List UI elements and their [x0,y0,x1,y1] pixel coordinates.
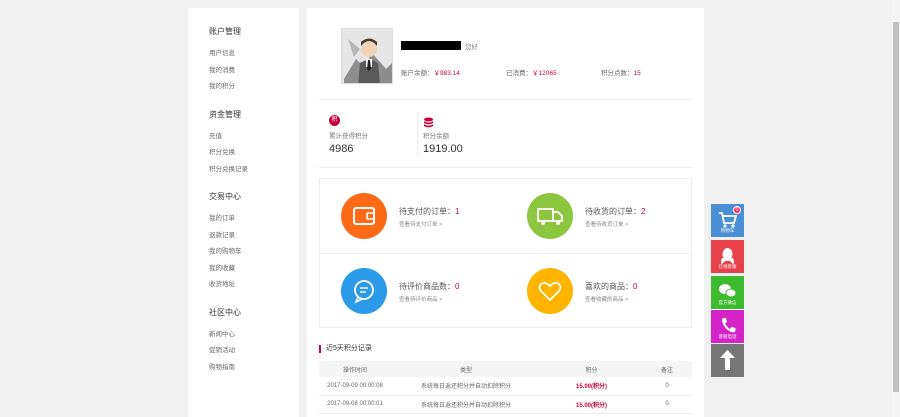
phone-label: 客服电话 [718,334,737,339]
sidebar-item-my-consumption[interactable]: 我的消费 [209,63,299,80]
pending-receipt-title: 待收货的订单：2 [585,207,646,216]
pending-payment-orders[interactable]: 待支付的订单：1 查看待支付订单 > [320,179,506,253]
points-log-title: 近5天积分记录 [319,345,372,353]
log-points: 15.00(积分) [541,377,642,396]
sidebar-item-promotions[interactable]: 促销活动 [209,343,299,360]
points-count: 积分点数：15 [601,67,641,77]
page-scrollbar[interactable] [892,0,900,417]
sidebar-item-recharge[interactable]: 充值 [209,129,299,146]
points-balance: 积分余额 1919.00 [423,115,463,155]
favorite-products-title: 喜欢的商品：0 [585,282,638,291]
log-note: 0 [642,395,692,414]
coin-stack-icon [423,115,463,128]
col-header-type: 类型 [391,361,541,377]
order-status-panel: 待支付的订单：1 查看待支付订单 > 待收货的订单：2 查看待收货订单 > 待评… [319,178,692,328]
account-balance-label: 账户余额： [401,70,434,77]
qq-service-label: 在线客服 [718,264,737,269]
points-balance-label: 积分余额 [423,133,449,140]
back-to-top-button[interactable] [711,344,744,377]
delivery-truck-icon [527,193,573,239]
float-qq-service-button[interactable]: 在线客服 [711,240,744,273]
col-header-time: 操作时间 [319,361,391,377]
consumed-value: ￥12065 [532,70,557,77]
table-row: 2017-09-08 00:00:01 系统每日返还积分并自动扣除积分 15.0… [319,395,692,414]
favorite-products[interactable]: 喜欢的商品：0 查看收藏的商品 > [506,254,692,328]
table-header-row: 操作时间 类型 积分 备注 [319,361,692,377]
points-balance-value: 1919.00 [423,143,463,155]
earned-points-value: 4986 [329,143,354,155]
sidebar-group-title: 资金管理 [209,109,241,119]
earned-points: 积 累计获得积分 4986 [329,115,368,155]
pending-review-products[interactable]: 待评价商品数：0 查看待评价商品 > [320,254,506,328]
account-balance: 账户余额：￥983.14 [401,67,460,77]
cart-count-badge: 0 [733,206,741,214]
pending-review-title: 待评价商品数：0 [399,282,460,291]
consumed-label: 已消费： [506,70,532,77]
view-pending-payment-link[interactable]: 查看待支付订单 > [399,220,442,228]
log-time: 2017-09-09 00:00:08 [319,377,391,396]
table-row: 2017-09-09 00:00:08 系统每日返还积分并自动扣除积分 15.0… [319,377,692,396]
sidebar-group-title: 交易中心 [209,192,241,201]
sidebar-item-my-points[interactable]: 我的积分 [209,79,299,96]
account-sidebar: 账户管理 用户信息 我的消费 我的积分 资金管理 充值 积分兑换 积分兑换记录 … [188,8,299,417]
sidebar-group-funds: 资金管理 充值 积分兑换 积分兑换记录 [209,109,299,179]
cart-label: 购物车 [720,228,735,233]
account-balance-value: ￥983.14 [433,70,460,77]
pending-payment-title: 待支付的订单：1 [399,207,460,216]
sidebar-group-title: 账户管理 [209,27,241,36]
pending-receipt-orders[interactable]: 待收货的订单：2 查看待收货订单 > [506,179,692,253]
log-time: 2017-09-08 00:00:01 [319,395,391,414]
sidebar-item-exchange-records[interactable]: 积分兑换记录 [209,162,299,179]
sidebar-group-trade: 交易中心 我的订单 退款记录 我的购物车 我的收藏 收货地址 [209,191,299,294]
points-divider [417,112,418,156]
log-points: 15.00(积分) [541,395,642,414]
sidebar-item-my-favorites[interactable]: 我的收藏 [209,261,299,278]
sidebar-item-user-info[interactable]: 用户信息 [209,46,299,63]
sidebar-item-my-orders[interactable]: 我的订单 [209,211,299,228]
sidebar-item-refund-records[interactable]: 退款记录 [209,228,299,245]
log-note: 0 [642,377,692,396]
points-log-table: 操作时间 类型 积分 备注 2017-09-09 00:00:08 系统每日返还… [319,361,692,414]
float-cart-button[interactable]: 0 购物车 [711,204,744,237]
sidebar-group-title: 社区中心 [209,307,241,317]
username-redacted [401,41,461,50]
chat-bubble-icon [341,268,387,314]
sidebar-group-community: 社区中心 新闻中心 促销活动 购物指南 [209,307,299,377]
view-favorites-link[interactable]: 查看收藏的商品 > [585,295,628,303]
pending-receipt-count: 2 [641,207,646,216]
view-pending-receipt-link[interactable]: 查看待收货订单 > [585,220,628,228]
consumed-amount: 已消费：￥12065 [506,67,557,77]
sidebar-item-shopping-guide[interactable]: 购物指南 [209,360,299,377]
float-phone-button[interactable]: 客服电话 [711,310,744,343]
sidebar-item-shipping-address[interactable]: 收货地址 [209,277,299,294]
member-center-main: 您好 账户余额：￥983.14 已消费：￥12065 积分点数：15 积 累计获… [307,8,704,417]
pending-payment-count: 1 [455,207,460,216]
earned-points-label: 累计获得积分 [329,133,368,140]
heart-icon [527,268,573,314]
log-type: 系统每日返还积分并自动扣除积分 [391,377,541,396]
avatar[interactable] [341,28,393,84]
greeting-text: 您好 [465,44,478,51]
sidebar-item-points-exchange[interactable]: 积分兑换 [209,145,299,162]
points-badge-icon: 积 [329,115,340,126]
points-summary: 积 累计获得积分 4986 积分余额 1919.00 [319,100,692,168]
col-header-points: 积分 [541,361,642,377]
avatar-image [342,29,392,83]
points-count-value: 15 [633,70,641,77]
float-wechat-button[interactable]: 官方微信 [711,276,744,309]
arrow-up-icon [720,350,735,370]
wechat-label: 官方微信 [718,300,737,305]
log-type: 系统每日返还积分并自动扣除积分 [391,395,541,414]
scrollbar-thumb[interactable] [893,22,899,392]
sidebar-group-account: 账户管理 用户信息 我的消费 我的积分 [209,26,299,96]
view-pending-review-link[interactable]: 查看待评价商品 > [399,295,442,303]
pending-review-count: 0 [455,282,460,291]
col-header-note: 备注 [642,361,692,377]
sidebar-item-news[interactable]: 新闻中心 [209,327,299,344]
sidebar-item-my-cart[interactable]: 我的购物车 [209,244,299,261]
profile-summary: 您好 账户余额：￥983.14 已消费：￥12065 积分点数：15 [319,20,692,100]
wallet-icon [341,193,387,239]
favorite-products-count: 0 [633,282,638,291]
points-count-label: 积分点数： [601,70,634,77]
